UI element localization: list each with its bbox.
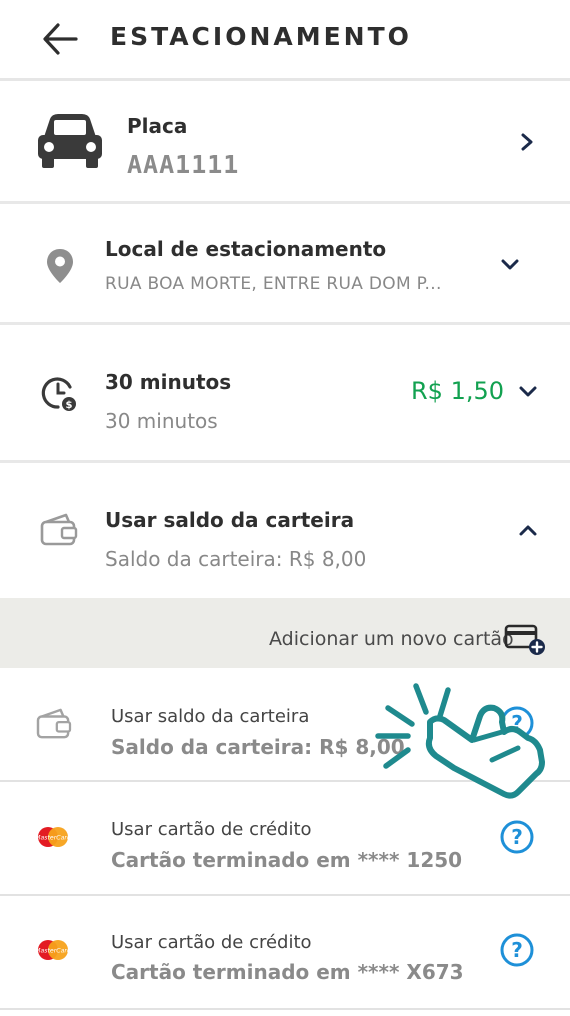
add-card-label: Adicionar um novo cartão	[269, 628, 514, 650]
back-arrow-icon[interactable]	[40, 20, 80, 58]
mastercard-icon: MasterCard	[35, 940, 71, 960]
duration-row[interactable]: $ 30 minutos 30 minutos R$ 1,50	[0, 325, 570, 460]
add-card-icon[interactable]	[504, 624, 548, 656]
location-row[interactable]: Local de estacionamento RUA BOA MORTE, E…	[0, 204, 570, 322]
page-title: ESTACIONAMENTO	[110, 22, 412, 51]
chevron-right-icon[interactable]	[516, 131, 538, 153]
option-subtitle: Cartão terminado em **** 1250	[111, 848, 463, 872]
wallet-row[interactable]: Usar saldo da carteira Saldo da carteira…	[0, 463, 570, 598]
chevron-down-icon[interactable]	[517, 381, 539, 403]
wallet-icon	[40, 513, 78, 546]
location-value: RUA BOA MORTE, ENTRE RUA DOM P...	[105, 274, 442, 294]
help-icon[interactable]: ?	[500, 820, 534, 854]
option-subtitle: Saldo da carteira: R$ 8,00	[111, 735, 405, 759]
svg-text:$: $	[66, 400, 73, 411]
svg-text:?: ?	[511, 825, 523, 849]
payment-option-card-x673[interactable]: MasterCard Usar cartão de crédito Cartão…	[0, 896, 570, 1008]
mastercard-brand-text: MasterCard	[35, 947, 71, 955]
wallet-balance: Saldo da carteira: R$ 8,00	[105, 547, 367, 571]
svg-text:?: ?	[511, 938, 523, 962]
location-pin-icon	[47, 249, 73, 283]
chevron-up-icon[interactable]	[517, 519, 539, 541]
wallet-label: Usar saldo da carteira	[105, 508, 355, 532]
divider	[0, 1008, 570, 1010]
plate-row[interactable]: Placa AAA1111	[0, 81, 570, 201]
mastercard-icon: MasterCard	[35, 827, 71, 847]
car-icon	[38, 114, 102, 168]
price-value: R$ 1,50	[411, 377, 505, 405]
tap-hand-icon	[375, 683, 545, 799]
duration-value: 30 minutos	[105, 409, 218, 433]
plate-label: Placa	[127, 114, 188, 138]
mastercard-brand-text: MasterCard	[35, 834, 71, 842]
plate-value: AAA1111	[127, 150, 240, 179]
clock-money-icon: $	[41, 377, 76, 411]
add-card-bar[interactable]: Adicionar um novo cartão	[0, 598, 570, 668]
wallet-icon	[36, 708, 72, 739]
chevron-down-icon[interactable]	[499, 254, 521, 276]
duration-label: 30 minutos	[105, 370, 232, 394]
app-header: ESTACIONAMENTO	[0, 0, 570, 81]
option-subtitle: Cartão terminado em **** X673	[111, 960, 464, 984]
option-title: Usar cartão de crédito	[111, 932, 312, 953]
option-title: Usar saldo da carteira	[111, 706, 310, 727]
location-label: Local de estacionamento	[105, 237, 387, 261]
option-title: Usar cartão de crédito	[111, 819, 312, 840]
help-icon[interactable]: ?	[500, 933, 534, 967]
